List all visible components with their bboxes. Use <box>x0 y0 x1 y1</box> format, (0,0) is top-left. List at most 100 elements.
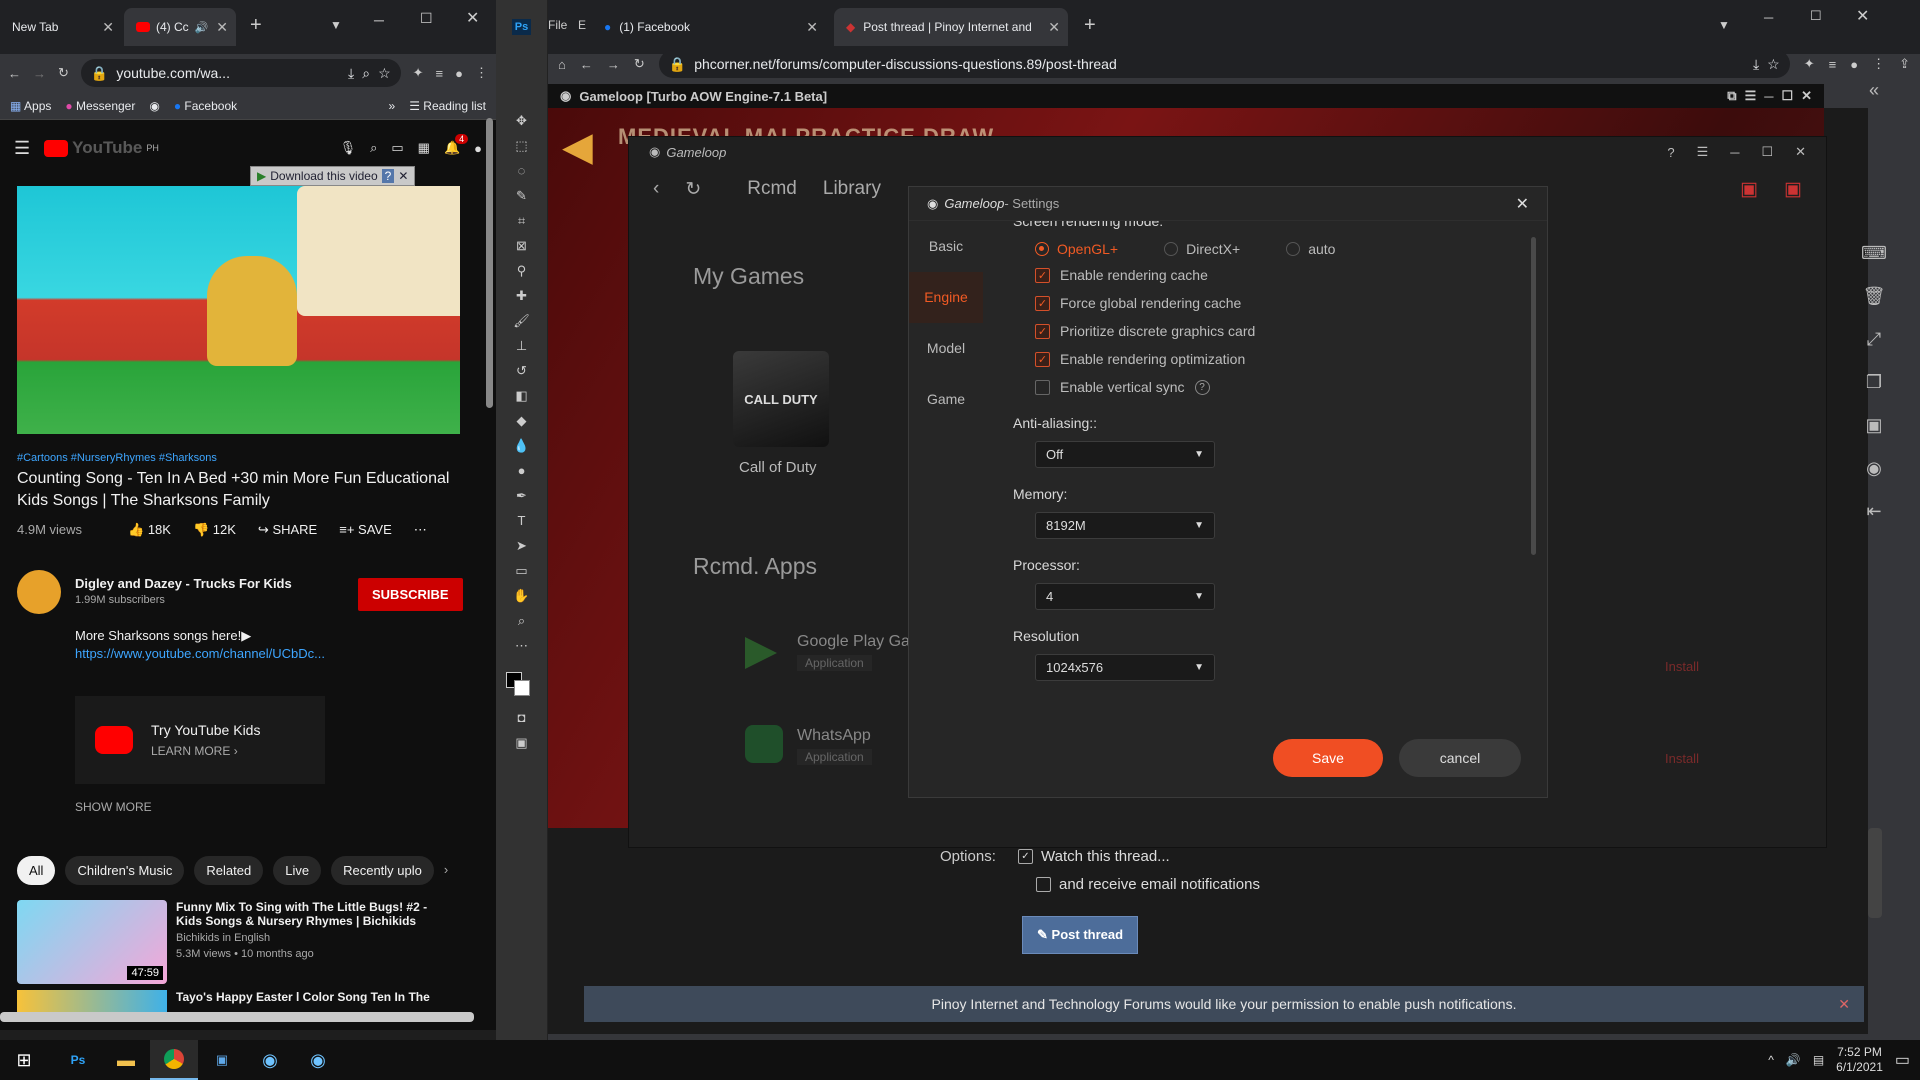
globe-icon[interactable]: ◉ <box>149 99 159 113</box>
horizontal-scrollbar[interactable] <box>0 1012 474 1022</box>
marquee-tool-icon[interactable]: ⬚ <box>510 138 534 160</box>
chip-live[interactable]: Live <box>273 856 322 885</box>
option-rendering-cache[interactable]: ✓ Enable rendering cache <box>1035 261 1523 289</box>
zoom-icon[interactable]: ⌕ <box>362 65 370 82</box>
youtube-logo[interactable]: YouTube PH <box>44 138 159 158</box>
chip-related[interactable]: Related <box>194 856 264 885</box>
forward-icon[interactable]: → <box>607 57 620 72</box>
clock[interactable]: 7:52 PM 6/1/2021 <box>1836 1045 1883 1075</box>
close-window-icon[interactable]: ✕ <box>466 8 479 28</box>
subscribe-button[interactable]: SUBSCRIBE <box>358 578 463 611</box>
keyboard-icon[interactable]: ⌨ <box>1861 243 1887 264</box>
memory-select[interactable]: 8192M ▼ <box>1035 512 1215 539</box>
checkbox[interactable]: ✓ <box>1035 323 1050 339</box>
close-icon[interactable]: ✕ <box>102 19 114 36</box>
post-thread-button[interactable]: ✎ Post thread <box>1022 916 1139 954</box>
checkbox[interactable]: ✓ <box>1035 351 1050 367</box>
reading-list[interactable]: ☰ Reading list <box>409 99 486 113</box>
maximize-icon[interactable]: ☐ <box>1781 88 1793 104</box>
apps-icon[interactable]: ▦ <box>418 140 430 156</box>
video-player[interactable] <box>17 186 460 434</box>
path-select-icon[interactable]: ➤ <box>510 538 534 560</box>
render-mode-directx[interactable]: DirectX+ <box>1164 241 1240 257</box>
paint-bucket-icon[interactable]: ◆ <box>510 413 534 435</box>
like-button[interactable]: 👍 18K <box>128 522 171 538</box>
help-icon[interactable]: ? <box>381 169 395 183</box>
option-discrete-gpu[interactable]: ✓ Prioritize discrete graphics card <box>1035 317 1523 345</box>
address-bar[interactable]: 🔒 youtube.com/wa... ⤓ ⌕ ☆ <box>80 59 401 87</box>
watch-thread-option[interactable]: ✓ Watch this thread... <box>1018 848 1170 865</box>
tray-expand-icon[interactable]: ^ <box>1768 1053 1774 1067</box>
related-video-title[interactable]: Tayo's Happy Easter l Color Song Ten In … <box>176 990 446 1004</box>
maximize-icon[interactable]: ☐ <box>420 10 433 27</box>
close-icon[interactable]: ✕ <box>806 19 818 36</box>
reload-icon[interactable]: ↻ <box>58 65 69 81</box>
youtube-kids-card[interactable]: Try YouTube Kids LEARN MORE › <box>75 696 325 784</box>
chip-all[interactable]: All <box>17 856 56 885</box>
close-icon[interactable]: ✕ <box>1048 19 1060 36</box>
radio-button[interactable] <box>1164 242 1179 256</box>
video-tags[interactable]: #Cartoons #NurseryRhymes #Sharksons <box>17 452 217 464</box>
help-icon[interactable]: ? <box>1194 379 1210 395</box>
minimize-icon[interactable]: ─ <box>1764 10 1773 25</box>
video-thumbnail[interactable]: 47:59 <box>17 900 167 984</box>
close-window-icon[interactable]: ✕ <box>1856 6 1869 26</box>
bookmark-apps[interactable]: ▦ Apps <box>10 99 51 113</box>
render-mode-auto[interactable]: auto <box>1286 241 1335 257</box>
cancel-button[interactable]: cancel <box>1399 739 1521 777</box>
create-video-icon[interactable]: ▭ <box>391 140 403 156</box>
move-tool-icon[interactable]: ✥ <box>510 113 534 135</box>
app-name[interactable]: Google Play Ga <box>797 633 910 651</box>
chevron-right-icon[interactable]: › <box>444 856 448 885</box>
home-icon[interactable]: ⌂ <box>558 57 566 72</box>
description-link[interactable]: https://www.youtube.com/channel/UCbDc... <box>75 646 325 661</box>
close-icon[interactable]: ✕ <box>1838 996 1850 1013</box>
dodge-tool-icon[interactable]: ● <box>510 463 534 485</box>
brush-tool-icon[interactable]: 🖌 <box>510 313 534 335</box>
back-icon[interactable]: ← <box>580 57 593 72</box>
profile-icon[interactable]: ● <box>1850 57 1858 72</box>
menu-icon[interactable]: ☰ <box>1745 88 1757 104</box>
eyedropper-icon[interactable]: ⚲ <box>510 263 534 285</box>
collapse-icon[interactable]: « <box>1869 80 1879 101</box>
checkbox[interactable]: ✓ <box>1035 267 1050 283</box>
search-icon[interactable]: ⌕ <box>370 140 377 156</box>
quick-select-icon[interactable]: ✎ <box>510 188 534 210</box>
volume-icon[interactable]: 🔊 <box>1786 1053 1801 1067</box>
menu-icon[interactable]: ☰ <box>1697 144 1709 160</box>
nav-rcmd[interactable]: Rcmd <box>747 178 797 200</box>
profile-icon[interactable]: ● <box>455 66 463 81</box>
screenshot-icon[interactable]: ▣ <box>1865 415 1882 436</box>
option-global-cache[interactable]: ✓ Force global rendering cache <box>1035 289 1523 317</box>
quick-mask-icon[interactable]: ◘ <box>510 710 534 732</box>
hand-tool-icon[interactable]: ✋ <box>510 588 534 610</box>
close-icon[interactable]: ✕ <box>1795 144 1806 160</box>
taskbar-file-explorer[interactable]: ▬ <box>102 1040 150 1080</box>
eraser-icon[interactable]: ◧ <box>510 388 534 410</box>
healing-brush-icon[interactable]: ✚ <box>510 288 534 310</box>
windows-start-icon[interactable]: ⊞ <box>0 1040 48 1080</box>
extensions-icon[interactable]: ✦ <box>413 65 424 81</box>
blur-tool-icon[interactable]: 💧 <box>510 438 534 460</box>
tab-post-thread[interactable]: ◆ Post thread | Pinoy Internet and ✕ <box>834 8 1068 46</box>
tab-search-icon[interactable]: ▼ <box>1718 18 1730 32</box>
minimize-icon[interactable]: ─ <box>1764 89 1773 104</box>
taskbar-app[interactable]: ▣ <box>198 1040 246 1080</box>
share-button[interactable]: ↪ SHARE <box>258 522 317 538</box>
antialias-select[interactable]: Off ▼ <box>1035 441 1215 468</box>
settings-tab-basic[interactable]: Basic <box>909 221 983 272</box>
menu-icon[interactable]: ⋮ <box>475 65 488 81</box>
option-render-optimization[interactable]: ✓ Enable rendering optimization <box>1035 345 1523 373</box>
record-icon[interactable]: ◉ <box>1866 458 1882 479</box>
scrollbar[interactable] <box>486 118 493 408</box>
settings-scrollbar[interactable] <box>1531 237 1536 555</box>
download-video-button[interactable]: ▶ Download this video ? ✕ <box>250 166 416 186</box>
channel-avatar[interactable] <box>17 570 61 614</box>
refresh-icon[interactable]: ↻ <box>685 178 701 201</box>
extensions-icon[interactable]: ✦ <box>1804 56 1815 72</box>
tab-youtube[interactable]: (4) Cc 🔊 ✕ <box>124 8 236 46</box>
tab-facebook[interactable]: ● (1) Facebook ✕ <box>592 8 826 46</box>
notifications-icon[interactable]: 🔔 4 <box>444 134 469 156</box>
minimize-icon[interactable]: ─ <box>1730 145 1739 160</box>
processor-select[interactable]: 4 ▼ <box>1035 583 1215 610</box>
